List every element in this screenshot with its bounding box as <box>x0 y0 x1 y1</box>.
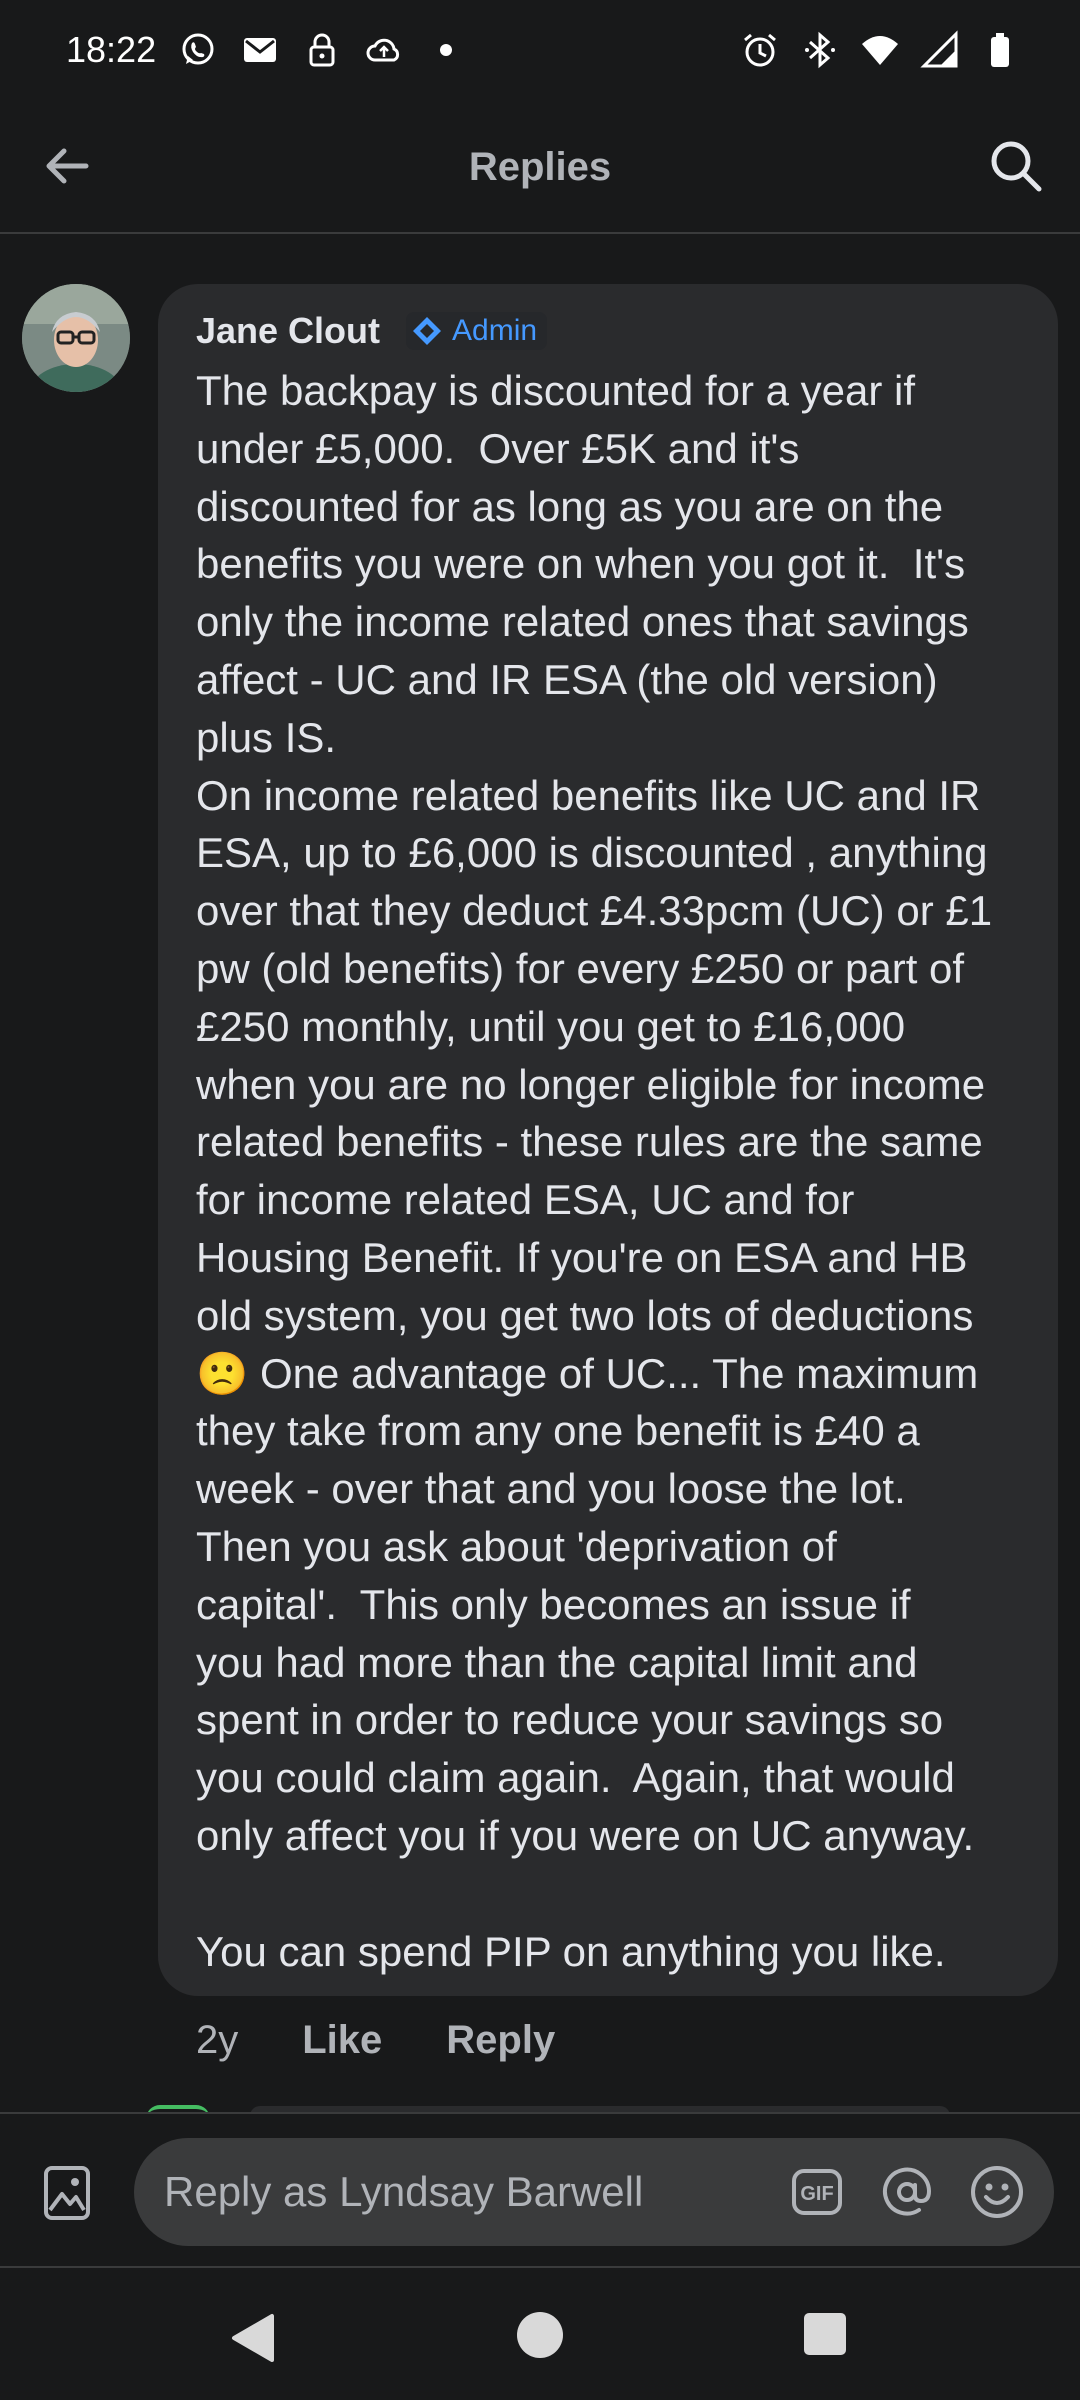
comment-bubble: Jane Clout Admin The backpay is discount… <box>158 284 1058 1996</box>
emoji-icon[interactable] <box>968 2163 1026 2221</box>
mention-icon[interactable] <box>878 2163 936 2221</box>
app-header: Replies <box>0 100 1080 234</box>
reply-composer: Reply as Lyndsay Barwell GIF <box>0 2112 1080 2268</box>
admin-badge: Admin <box>406 312 548 350</box>
author-row: Jane Clout Admin <box>196 304 1022 358</box>
alarm-icon <box>740 30 780 70</box>
reply-button[interactable]: Reply <box>446 2018 555 2063</box>
comment-time: 2y <box>196 2017 239 2062</box>
admin-label: Admin <box>452 314 538 347</box>
svg-text:GIF: GIF <box>800 2183 833 2205</box>
lock-icon <box>302 30 342 70</box>
status-left: 18:22 <box>66 29 466 71</box>
cloud-upload-icon <box>364 30 404 70</box>
signal-icon <box>920 30 960 70</box>
gif-icon[interactable]: GIF <box>788 2163 846 2221</box>
system-nav-bar <box>0 2268 1080 2400</box>
admin-diamond-icon <box>410 314 444 348</box>
author-name[interactable]: Jane Clout <box>196 310 380 352</box>
reply-placeholder: Reply as Lyndsay Barwell <box>164 2168 644 2215</box>
dot-icon <box>426 30 466 70</box>
comment-text: The backpay is discounted for a year if … <box>196 367 993 1975</box>
reply-input[interactable]: Reply as Lyndsay Barwell GIF <box>134 2138 1054 2246</box>
status-bar: 18:22 <box>0 0 1080 100</box>
comment-actions: 2y Like Reply <box>196 2010 555 2070</box>
status-right <box>740 30 1020 70</box>
nav-back-icon[interactable] <box>228 2312 280 2364</box>
avatar[interactable] <box>22 284 130 392</box>
page-title: Replies <box>468 144 612 189</box>
nav-home-icon[interactable] <box>517 2312 563 2358</box>
photo-icon[interactable] <box>42 2164 92 2222</box>
bluetooth-icon <box>800 30 840 70</box>
battery-icon <box>980 30 1020 70</box>
status-time: 18:22 <box>66 29 157 70</box>
wifi-icon <box>860 30 900 70</box>
like-button[interactable]: Like <box>302 2018 382 2063</box>
nav-recents-icon[interactable] <box>804 2313 846 2355</box>
gmail-icon <box>240 30 280 70</box>
search-icon[interactable] <box>988 138 1044 194</box>
whatsapp-icon <box>178 30 218 70</box>
